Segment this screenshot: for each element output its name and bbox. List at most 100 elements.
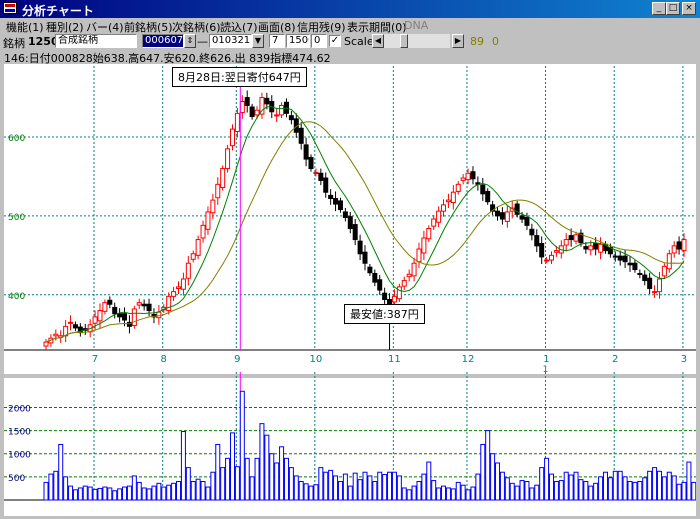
title-bar[interactable]: 分析チャート _ □ × [0,0,700,18]
candle-body [450,191,456,203]
analysis-chart-window: 分析チャート _ □ × 機能(1) 種別(2) バー(4) 前銘柄(5) 次銘… [0,0,700,518]
volume-bar [249,476,255,501]
candle-body [347,216,353,230]
candle-body [568,235,574,241]
volume-bar [480,443,486,501]
menu-margin[interactable]: 信用残(9) [297,19,346,35]
volume-bar [77,487,83,501]
start-date-field[interactable]: 000607 [142,34,184,48]
chart-area[interactable]: 4005006007891011121231N500100015002000 [4,64,700,516]
candle-body [205,211,211,230]
chart-background [4,64,696,516]
menu-load[interactable]: 読込(7) [220,19,258,35]
menu-screen[interactable]: 画面(8) [258,19,296,35]
price-tick-label: 500 [8,213,25,223]
candle-body [588,245,594,251]
menu-dna[interactable]: DNA [404,19,428,32]
volume-bar [470,486,476,501]
candle-body [195,239,201,256]
month-tick-label: 9 [234,354,240,365]
volume-bar [43,481,49,501]
volume-bar [647,470,653,501]
volume-bar [485,430,491,501]
volume-bar [82,485,88,501]
candle-body [279,104,285,116]
candle-body [156,311,162,319]
maximize-button[interactable]: □ [666,2,680,15]
candle-body [308,157,314,170]
scale-label: Scale [344,35,374,48]
candle-body [656,278,662,293]
volume-bar [102,486,108,501]
volume-bar [598,476,604,501]
volume-bar [676,483,682,501]
volume-bar [367,475,373,501]
value-a: 89 [470,35,484,48]
volume-bar [225,457,231,501]
start-date-spinner[interactable]: ⇕ [184,34,196,48]
candle-body [553,250,559,253]
scale-checkbox[interactable]: ✓ [329,35,341,47]
minimize-button[interactable]: _ [652,2,666,15]
scroll-track[interactable] [384,34,450,48]
param3-field[interactable]: 0 [311,34,327,48]
menu-type[interactable]: 種別(2) [46,19,84,35]
param2-field[interactable]: 1500 [286,34,310,48]
volume-bar [681,481,687,501]
candle-body [382,292,388,301]
price-volume-chart[interactable]: 4005006007891011121231N500100015002000 [4,64,700,516]
param1-field[interactable]: 7 [269,34,285,48]
menu-bar-type[interactable]: バー(4) [86,19,124,35]
volume-bar [426,461,432,501]
candle-body [342,211,348,218]
volume-bar [244,457,250,501]
candle-body [102,302,108,312]
volume-bar [548,473,554,501]
volume-bar [333,475,339,501]
volume-bar [450,488,456,501]
stock-name-field[interactable]: 合成銘柄 [55,34,137,48]
volume-bar [558,480,564,501]
candle-body [632,262,638,271]
volume-bar [318,467,324,501]
volume-bar [190,480,196,501]
candle-body [122,313,128,321]
end-date-dropdown[interactable]: ▼ [252,34,264,48]
candle-body [367,266,373,274]
menu-function[interactable]: 機能(1) [6,19,44,35]
close-button[interactable]: × [682,2,696,15]
candle-body [190,253,196,260]
candle-body [441,204,447,212]
price-tick-label: 600 [8,134,25,144]
candle-body [303,144,309,160]
volume-bar [563,471,569,501]
volume-bar [534,484,540,501]
menu-display-period[interactable]: 表示期間(0) [347,19,407,35]
end-date-field[interactable]: 010321 [209,34,252,48]
volume-bar [514,485,520,501]
candle-body [274,114,280,117]
candle-body [583,246,589,250]
volume-tick-label: 1000 [8,451,31,461]
volume-bar [583,480,589,501]
menu-prev-stock[interactable]: 前銘柄(5) [124,19,173,35]
volume-bar [126,485,132,501]
volume-bar [220,467,226,501]
candle-body [460,177,466,181]
menu-bar: 機能(1) 種別(2) バー(4) 前銘柄(5) 次銘柄(6) 読込(7) 画面… [0,18,700,34]
volume-bar [328,469,334,501]
volume-bar [553,480,559,501]
candle-body [539,243,545,258]
volume-bar [308,485,314,501]
candle-body [180,278,186,290]
candle-body [598,243,604,253]
volume-bar [465,489,471,501]
scroll-thumb[interactable] [400,34,408,48]
menu-next-stock[interactable]: 次銘柄(6) [172,19,221,35]
scroll-left-icon[interactable]: ◀ [372,34,384,48]
volume-tick-label: 1500 [8,428,31,438]
volume-bar [401,487,407,501]
volume-bar [131,475,137,501]
candle-body [529,228,535,236]
scroll-right-icon[interactable]: ▶ [452,34,464,48]
